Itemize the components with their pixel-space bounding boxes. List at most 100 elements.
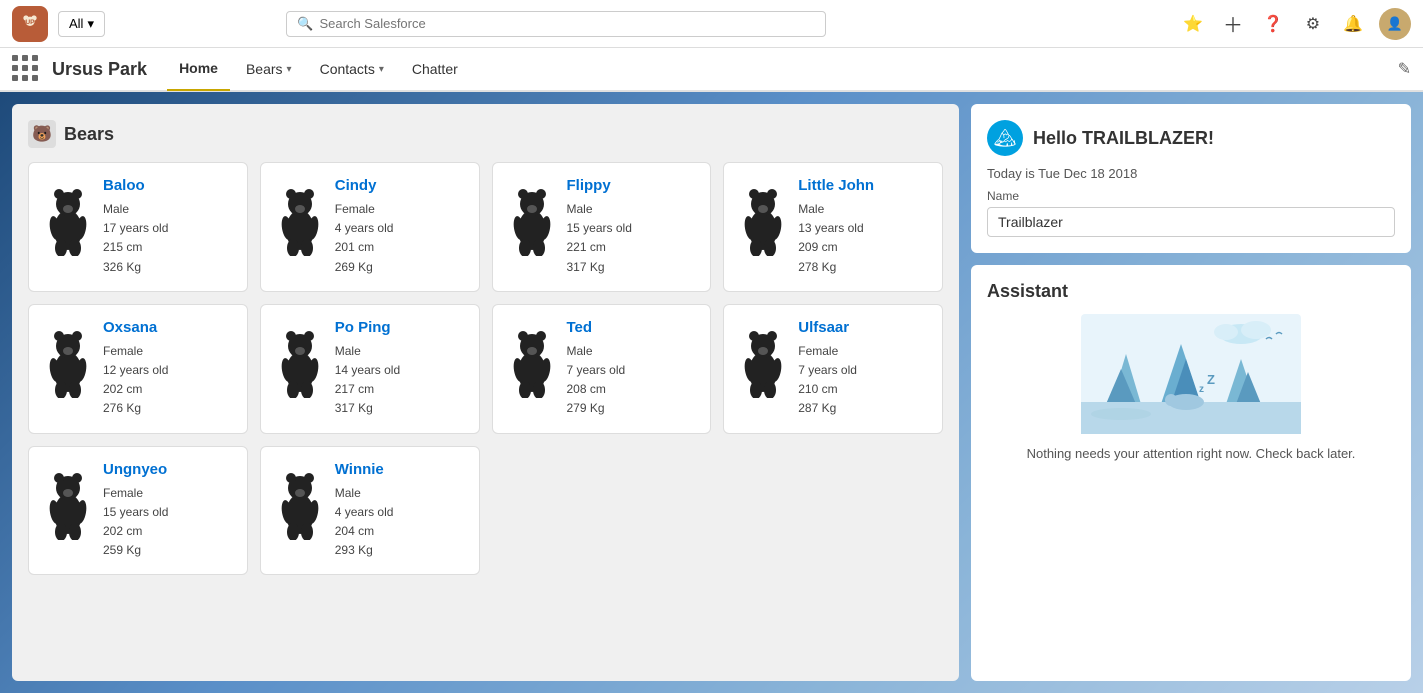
- svg-text:Z: Z: [1207, 372, 1215, 387]
- bear-detail: Female 7 years old 210 cm 287 Kg: [798, 342, 928, 419]
- bears-panel-title: 🐻 Bears: [28, 120, 943, 148]
- bear-card[interactable]: Ungnyeo Female 15 years old 202 cm 259 K…: [28, 446, 248, 576]
- bear-detail: Male 4 years old 204 cm 293 Kg: [335, 484, 465, 561]
- nav-chatter-label: Chatter: [412, 61, 458, 77]
- bear-detail: Male 14 years old 217 cm 317 Kg: [335, 342, 465, 419]
- bear-detail: Female 12 years old 202 cm 276 Kg: [103, 342, 233, 419]
- topbar: UP All ▾ 🔍 ⭐ ＋ ❓ ⚙ 🔔 👤: [0, 0, 1423, 48]
- bear-info: Winnie Male 4 years old 204 cm 293 Kg: [335, 461, 465, 561]
- bear-detail: Male 17 years old 215 cm 326 Kg: [103, 200, 233, 277]
- bear-name[interactable]: Flippy: [567, 177, 697, 194]
- nav-contacts-label: Contacts: [320, 61, 375, 77]
- bear-silhouette: [275, 177, 325, 257]
- chevron-down-icon: ▾: [379, 64, 384, 75]
- search-bar[interactable]: 🔍: [286, 11, 826, 37]
- greeting-title: Hello TRAILBLAZER!: [1033, 128, 1214, 149]
- bear-silhouette: [738, 319, 788, 399]
- bears-title: Bears: [64, 124, 114, 145]
- search-input[interactable]: [320, 16, 816, 31]
- filter-label: All: [69, 16, 83, 31]
- favorites-icon[interactable]: ⭐: [1179, 10, 1207, 38]
- nav-home-label: Home: [179, 60, 218, 76]
- main-layout: 🐻 Bears Baloo Male 17 years old 215 cm: [0, 92, 1423, 693]
- bear-card[interactable]: Winnie Male 4 years old 204 cm 293 Kg: [260, 446, 480, 576]
- bear-detail: Female 15 years old 202 cm 259 Kg: [103, 484, 233, 561]
- search-filter[interactable]: All ▾: [58, 11, 105, 37]
- bear-card[interactable]: Po Ping Male 14 years old 217 cm 317 Kg: [260, 304, 480, 434]
- bear-info: Flippy Male 15 years old 221 cm 317 Kg: [567, 177, 697, 277]
- bear-info: Baloo Male 17 years old 215 cm 326 Kg: [103, 177, 233, 277]
- greeting-card: 🏔 Hello TRAILBLAZER! Today is Tue Dec 18…: [971, 104, 1411, 253]
- nav-bears-label: Bears: [246, 61, 283, 77]
- assistant-message: Nothing needs your attention right now. …: [987, 446, 1395, 461]
- bear-silhouette: [43, 177, 93, 257]
- add-icon[interactable]: ＋: [1219, 10, 1247, 38]
- right-panel: 🏔 Hello TRAILBLAZER! Today is Tue Dec 18…: [971, 104, 1411, 681]
- navbar: Ursus Park Home Bears ▾ Contacts ▾ Chatt…: [0, 48, 1423, 92]
- bear-name[interactable]: Ungnyeo: [103, 461, 233, 478]
- bear-info: Ted Male 7 years old 208 cm 279 Kg: [567, 319, 697, 419]
- bear-card[interactable]: Ulfsaar Female 7 years old 210 cm 287 Kg: [723, 304, 943, 434]
- avatar[interactable]: 👤: [1379, 8, 1411, 40]
- greeting-name-label: Name: [987, 189, 1395, 203]
- bear-info: Ungnyeo Female 15 years old 202 cm 259 K…: [103, 461, 233, 561]
- bear-card[interactable]: Cindy Female 4 years old 201 cm 269 Kg: [260, 162, 480, 292]
- greeting-date: Today is Tue Dec 18 2018: [987, 166, 1395, 181]
- svg-text:z: z: [1199, 384, 1204, 395]
- greeting-name-input[interactable]: [987, 207, 1395, 237]
- notifications-icon[interactable]: 🔔: [1339, 10, 1367, 38]
- bear-info: Ulfsaar Female 7 years old 210 cm 287 Kg: [798, 319, 928, 419]
- nav-item-contacts[interactable]: Contacts ▾: [308, 47, 396, 91]
- bear-silhouette: [507, 319, 557, 399]
- greeting-header: 🏔 Hello TRAILBLAZER!: [987, 120, 1395, 156]
- bear-name[interactable]: Po Ping: [335, 319, 465, 336]
- bear-info: Little John Male 13 years old 209 cm 278…: [798, 177, 928, 277]
- bear-info: Oxsana Female 12 years old 202 cm 276 Kg: [103, 319, 233, 419]
- nav-item-bears[interactable]: Bears ▾: [234, 47, 304, 91]
- bear-title-icon: 🐻: [28, 120, 56, 148]
- assistant-title: Assistant: [987, 281, 1395, 302]
- bear-detail: Male 13 years old 209 cm 278 Kg: [798, 200, 928, 277]
- bear-silhouette: [275, 319, 325, 399]
- app-launcher[interactable]: [12, 55, 40, 83]
- bear-detail: Male 15 years old 221 cm 317 Kg: [567, 200, 697, 277]
- bear-name[interactable]: Oxsana: [103, 319, 233, 336]
- help-icon[interactable]: ❓: [1259, 10, 1287, 38]
- bear-card[interactable]: Flippy Male 15 years old 221 cm 317 Kg: [492, 162, 712, 292]
- setup-icon[interactable]: ⚙: [1299, 10, 1327, 38]
- bear-silhouette: [43, 461, 93, 541]
- bear-name[interactable]: Cindy: [335, 177, 465, 194]
- bear-name[interactable]: Ted: [567, 319, 697, 336]
- nav-item-chatter[interactable]: Chatter: [400, 47, 470, 91]
- bear-silhouette: [43, 319, 93, 399]
- app-logo[interactable]: UP: [12, 6, 48, 42]
- bear-detail: Female 4 years old 201 cm 269 Kg: [335, 200, 465, 277]
- topbar-right: ⭐ ＋ ❓ ⚙ 🔔 👤: [1179, 8, 1411, 40]
- bear-name[interactable]: Little John: [798, 177, 928, 194]
- bear-name[interactable]: Winnie: [335, 461, 465, 478]
- trailhead-icon: 🏔: [987, 120, 1023, 156]
- bear-name[interactable]: Baloo: [103, 177, 233, 194]
- bear-silhouette: [275, 461, 325, 541]
- bear-card[interactable]: Oxsana Female 12 years old 202 cm 276 Kg: [28, 304, 248, 434]
- bears-panel: 🐻 Bears Baloo Male 17 years old 215 cm: [12, 104, 959, 681]
- bear-info: Po Ping Male 14 years old 217 cm 317 Kg: [335, 319, 465, 419]
- bear-card[interactable]: Little John Male 13 years old 209 cm 278…: [723, 162, 943, 292]
- bear-card[interactable]: Baloo Male 17 years old 215 cm 326 Kg: [28, 162, 248, 292]
- search-icon: 🔍: [297, 16, 313, 32]
- bear-silhouette: [738, 177, 788, 257]
- nav-edit-icon[interactable]: ✎: [1398, 59, 1411, 79]
- chevron-down-icon: ▾: [287, 64, 292, 75]
- nav-item-home[interactable]: Home: [167, 47, 230, 91]
- chevron-down-icon: ▾: [87, 16, 94, 32]
- assistant-illustration: z Z: [987, 314, 1395, 434]
- assistant-card: Assistant: [971, 265, 1411, 681]
- app-name: Ursus Park: [52, 59, 147, 80]
- bear-card[interactable]: Ted Male 7 years old 208 cm 279 Kg: [492, 304, 712, 434]
- bear-detail: Male 7 years old 208 cm 279 Kg: [567, 342, 697, 419]
- bear-info: Cindy Female 4 years old 201 cm 269 Kg: [335, 177, 465, 277]
- bear-silhouette: [507, 177, 557, 257]
- svg-text:UP: UP: [25, 19, 35, 26]
- bear-name[interactable]: Ulfsaar: [798, 319, 928, 336]
- bears-grid: Baloo Male 17 years old 215 cm 326 Kg: [28, 162, 943, 575]
